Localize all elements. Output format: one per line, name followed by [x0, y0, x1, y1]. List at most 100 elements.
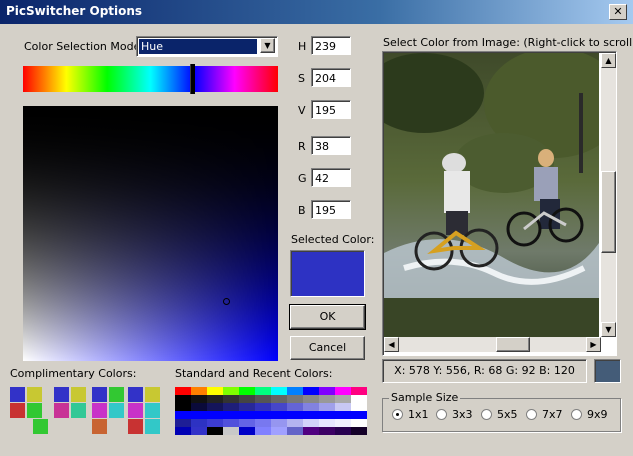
palette-swatch[interactable]	[175, 395, 191, 403]
sample-size-radio-9x9[interactable]	[571, 409, 582, 420]
palette-swatch[interactable]	[319, 395, 335, 403]
palette-swatch[interactable]	[303, 395, 319, 403]
scroll-down-icon[interactable]: ▼	[601, 322, 616, 337]
complementary-swatch[interactable]	[71, 387, 86, 402]
palette-swatch[interactable]	[223, 419, 239, 427]
palette-swatch[interactable]	[175, 411, 191, 419]
palette-swatch[interactable]	[255, 387, 271, 395]
palette-swatch[interactable]	[223, 387, 239, 395]
hue-slider[interactable]	[23, 66, 278, 92]
palette-swatch[interactable]	[271, 403, 287, 411]
palette-swatch[interactable]	[223, 411, 239, 419]
chevron-down-icon[interactable]: ▼	[260, 38, 275, 53]
vertical-scrollbar[interactable]: ▲ ▼	[601, 53, 616, 337]
palette-swatch[interactable]	[191, 403, 207, 411]
complementary-swatch[interactable]	[33, 419, 48, 434]
sample-size-radio-3x3[interactable]	[436, 409, 447, 420]
palette-swatch[interactable]	[335, 395, 351, 403]
palette-swatch[interactable]	[319, 387, 335, 395]
complementary-swatch[interactable]	[92, 419, 107, 434]
palette-swatch[interactable]	[191, 419, 207, 427]
palette-swatch[interactable]	[239, 403, 255, 411]
s-input[interactable]: 204	[311, 68, 351, 87]
palette-swatch[interactable]	[319, 411, 335, 419]
palette-swatch[interactable]	[239, 395, 255, 403]
saturation-value-field[interactable]	[23, 106, 278, 361]
palette-swatch[interactable]	[191, 427, 207, 435]
palette-swatch[interactable]	[271, 387, 287, 395]
complementary-swatch[interactable]	[128, 403, 143, 418]
palette-swatch[interactable]	[271, 395, 287, 403]
palette-swatch[interactable]	[207, 387, 223, 395]
palette-swatch[interactable]	[239, 419, 255, 427]
palette-swatch[interactable]	[223, 427, 239, 435]
complementary-swatch[interactable]	[128, 419, 143, 434]
scroll-right-icon[interactable]: ▶	[586, 337, 601, 352]
complementary-swatch[interactable]	[145, 403, 160, 418]
complementary-swatch[interactable]	[145, 419, 160, 434]
palette-swatch[interactable]	[303, 411, 319, 419]
palette-swatch[interactable]	[255, 411, 271, 419]
close-button[interactable]: ✕	[609, 4, 627, 20]
palette-swatch[interactable]	[271, 419, 287, 427]
palette-swatch[interactable]	[207, 403, 223, 411]
r-input[interactable]: 38	[311, 136, 351, 155]
palette-swatch[interactable]	[287, 427, 303, 435]
complementary-swatch[interactable]	[10, 403, 25, 418]
v-input[interactable]: 195	[311, 100, 351, 119]
complementary-swatch[interactable]	[71, 403, 86, 418]
palette-swatch[interactable]	[335, 387, 351, 395]
palette-swatch[interactable]	[335, 411, 351, 419]
image-panel[interactable]: ▲ ▼ ◀ ▶	[382, 51, 617, 356]
palette-swatch[interactable]	[255, 395, 271, 403]
palette-swatch[interactable]	[191, 411, 207, 419]
palette-swatch[interactable]	[223, 395, 239, 403]
palette-swatch[interactable]	[191, 395, 207, 403]
mode-dropdown[interactable]: Hue ▼	[136, 36, 278, 57]
complementary-swatch[interactable]	[109, 403, 124, 418]
sample-size-radio-1x1[interactable]	[392, 409, 403, 420]
palette-swatch[interactable]	[239, 427, 255, 435]
b-input[interactable]: 195	[311, 200, 351, 219]
palette-swatch[interactable]	[351, 411, 367, 419]
photo-image[interactable]	[384, 53, 599, 337]
palette-swatch[interactable]	[175, 427, 191, 435]
palette-swatch[interactable]	[239, 411, 255, 419]
complementary-swatch[interactable]	[92, 403, 107, 418]
palette-swatch[interactable]	[255, 419, 271, 427]
scroll-left-icon[interactable]: ◀	[384, 337, 399, 352]
palette-swatch[interactable]	[287, 395, 303, 403]
complementary-swatch[interactable]	[27, 387, 42, 402]
palette-swatch[interactable]	[335, 403, 351, 411]
sample-size-radio-5x5[interactable]	[481, 409, 492, 420]
complementary-swatch[interactable]	[109, 387, 124, 402]
hue-slider-thumb[interactable]	[190, 64, 195, 94]
complementary-swatch[interactable]	[54, 403, 69, 418]
palette-swatch[interactable]	[319, 403, 335, 411]
palette-swatch[interactable]	[303, 403, 319, 411]
palette-swatch[interactable]	[191, 387, 207, 395]
palette-swatch[interactable]	[175, 419, 191, 427]
palette-swatch[interactable]	[287, 411, 303, 419]
ok-button[interactable]: OK	[289, 304, 366, 330]
palette-swatch[interactable]	[287, 419, 303, 427]
palette-swatch[interactable]	[207, 419, 223, 427]
palette-swatch[interactable]	[303, 427, 319, 435]
palette-swatch[interactable]	[351, 419, 367, 427]
palette-swatch[interactable]	[207, 395, 223, 403]
h-input[interactable]: 239	[311, 36, 351, 55]
palette-swatch[interactable]	[175, 403, 191, 411]
horizontal-scrollbar[interactable]: ◀ ▶	[384, 337, 601, 352]
palette-swatch[interactable]	[239, 387, 255, 395]
cancel-button[interactable]: Cancel	[290, 336, 365, 360]
palette-swatch[interactable]	[271, 427, 287, 435]
palette-swatch[interactable]	[351, 387, 367, 395]
palette-swatch[interactable]	[303, 419, 319, 427]
palette-swatch[interactable]	[351, 427, 367, 435]
g-input[interactable]: 42	[311, 168, 351, 187]
horizontal-scroll-thumb[interactable]	[496, 337, 530, 352]
palette-swatch[interactable]	[351, 395, 367, 403]
complementary-swatch[interactable]	[27, 403, 42, 418]
palette-swatch[interactable]	[207, 427, 223, 435]
scroll-up-icon[interactable]: ▲	[601, 53, 616, 68]
